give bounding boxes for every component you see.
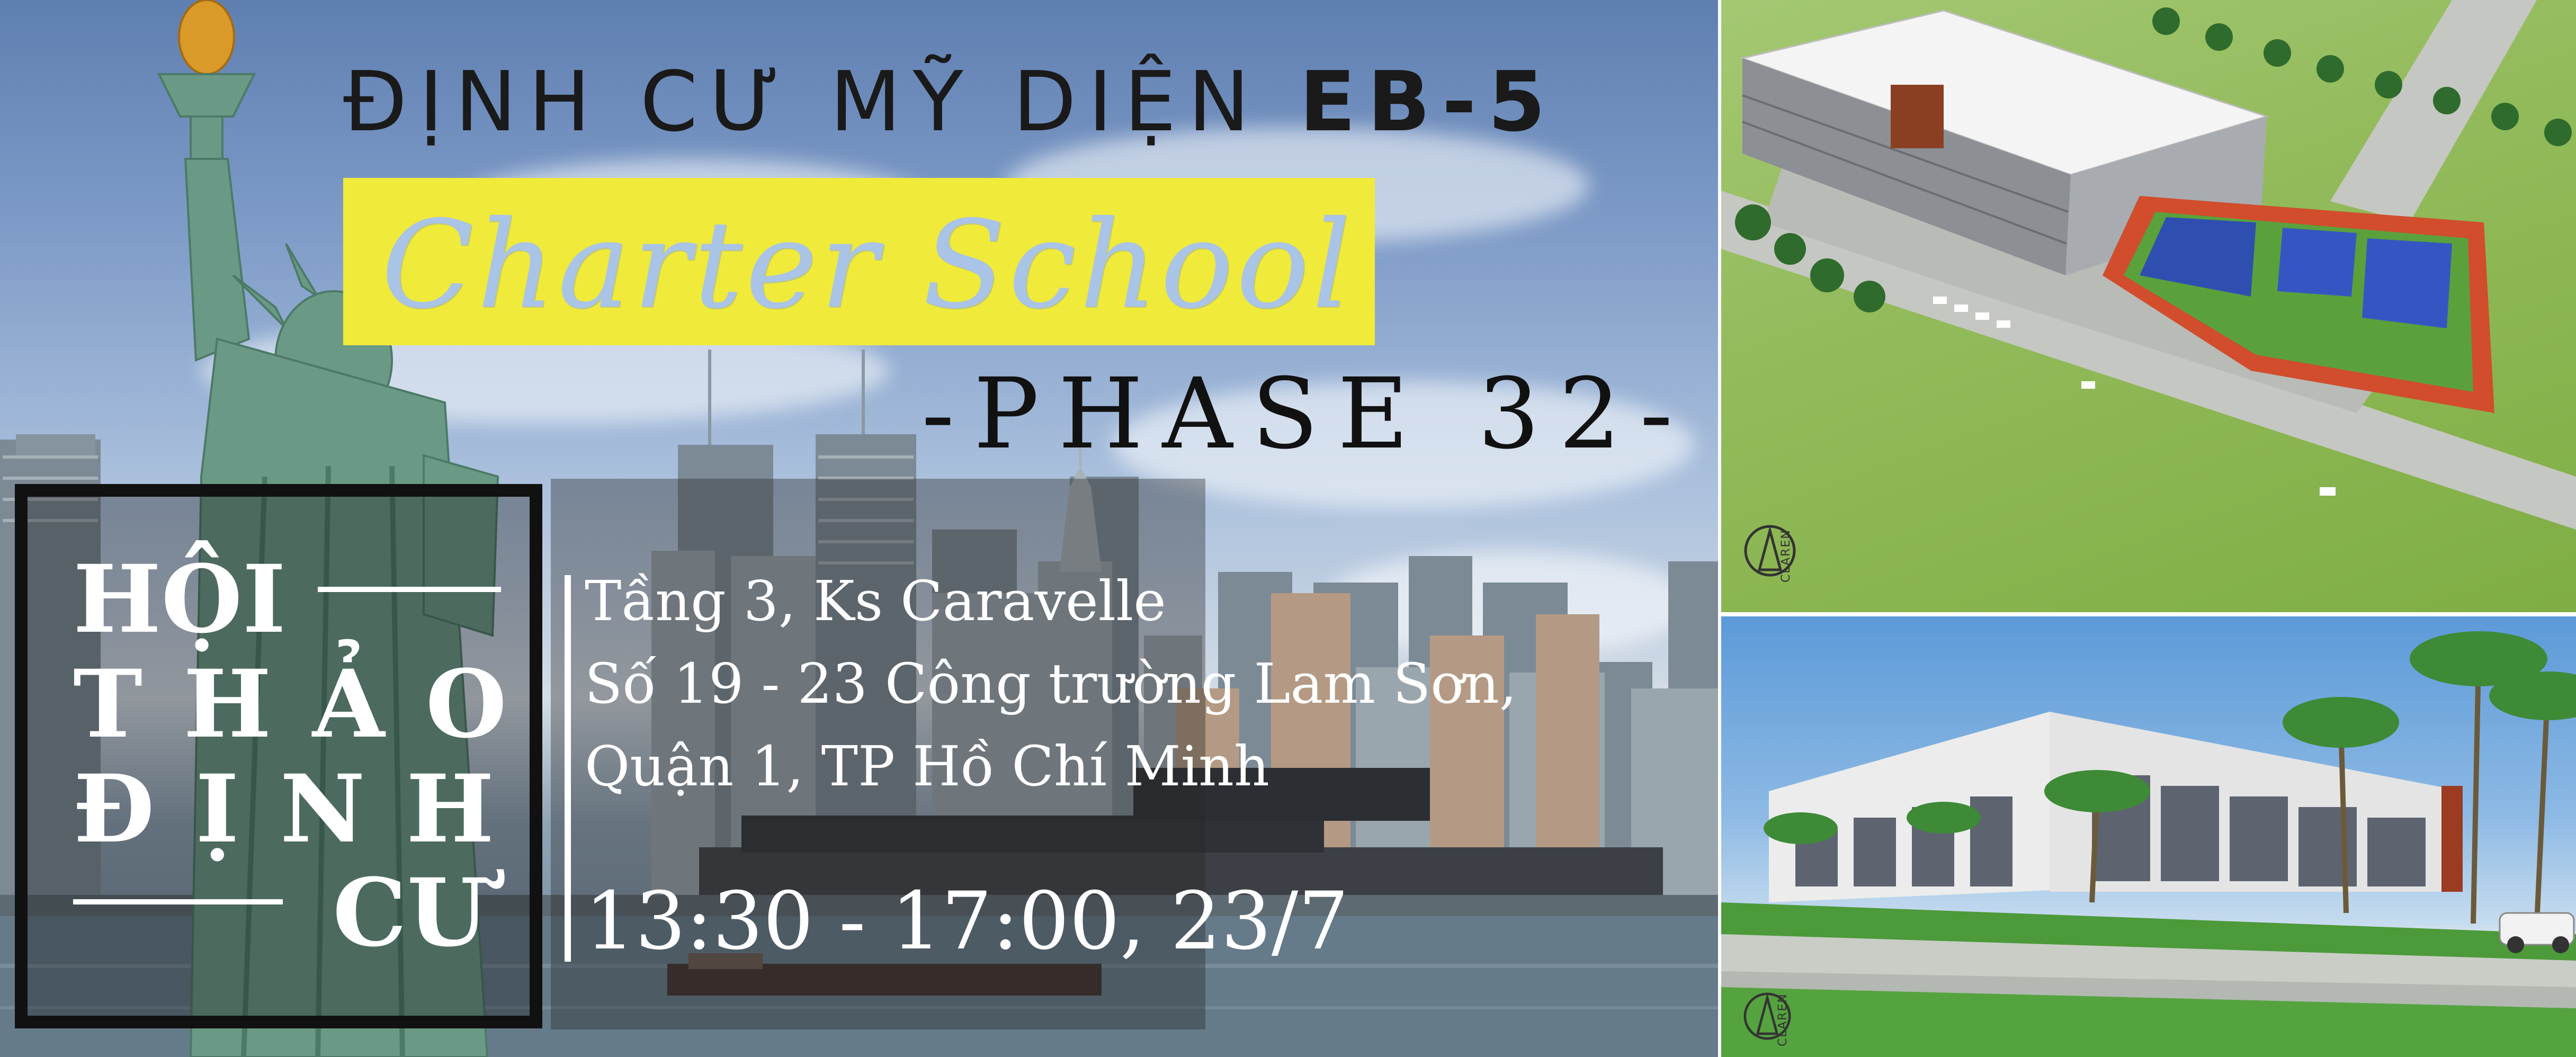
seminar-rule-top xyxy=(318,587,501,592)
seminar-rule-bottom xyxy=(73,899,283,904)
seminar-line-1: HỘI xyxy=(73,544,286,654)
seminar-line-3: Đ Ị N H xyxy=(73,754,499,864)
claren-logo-bottom: CLAREN xyxy=(1776,993,1790,1046)
phase-label: -PHASE 32- xyxy=(922,357,1692,471)
title-regular: ĐỊNH CƯ MỸ DIỆN xyxy=(343,53,1262,150)
event-district: Quận 1, TP Hồ Chí Minh xyxy=(585,734,1269,799)
info-divider xyxy=(565,575,571,962)
city-background: ĐỊNH CƯ MỸ DIỆN EB-5 Charter School -PHA… xyxy=(0,0,1720,1057)
event-address: Số 19 - 23 Công trường Lam Sơn, xyxy=(585,651,1517,716)
event-time: 13:30 - 17:00, 23/7 xyxy=(585,875,1349,968)
eb5-seminar-banner: ĐỊNH CƯ MỸ DIỆN EB-5 Charter School -PHA… xyxy=(0,0,2576,1057)
subtitle: Charter School xyxy=(381,194,1354,335)
seminar-box: HỘI T H Ả O Đ Ị N H CƯ xyxy=(15,484,542,1028)
page-title: ĐỊNH CƯ MỸ DIỆN EB-5 xyxy=(343,49,1699,155)
seminar-line-4: CƯ xyxy=(333,858,488,968)
title-bold: EB-5 xyxy=(1299,53,1558,150)
claren-logo-top: CLAREN xyxy=(1779,529,1793,583)
school-aerial-render-icon: CLAREN xyxy=(1721,0,2576,614)
school-street-render-icon: CLAREN xyxy=(1721,616,2576,1057)
seminar-line-2: T H Ả O xyxy=(73,649,511,759)
event-venue: Tầng 3, Ks Caravelle xyxy=(585,569,1166,633)
